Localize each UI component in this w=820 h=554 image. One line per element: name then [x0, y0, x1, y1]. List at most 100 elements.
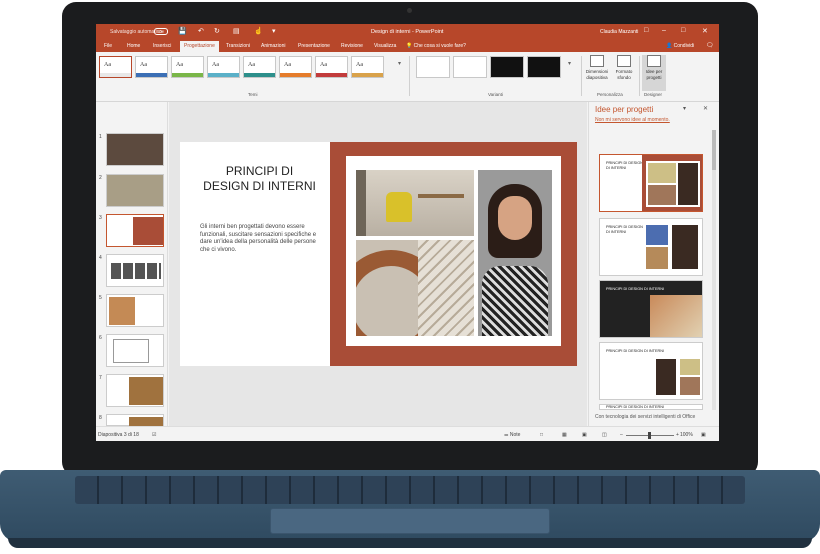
woman-portrait[interactable]	[478, 170, 552, 336]
slide-thumbnail[interactable]	[106, 133, 164, 166]
slide-thumbnail[interactable]	[106, 254, 164, 287]
photo-frame	[346, 156, 561, 346]
user-name[interactable]: Claudia Mazzanti	[600, 29, 638, 35]
no-ideas-link[interactable]: Non mi servono idee al momento.	[595, 117, 670, 123]
theme-option[interactable]: Aa	[243, 56, 276, 78]
close-icon[interactable]: ✕	[702, 27, 708, 35]
slide-sorter-icon[interactable]: ▦	[562, 432, 567, 438]
tab-insert[interactable]: Inserisci	[153, 43, 171, 49]
slideshow-view-icon[interactable]: ◫	[602, 432, 607, 438]
format-background-label: Formato sfondo	[615, 69, 633, 80]
slide-title[interactable]: PRINCIPI DI DESIGN DI INTERNI	[202, 164, 317, 194]
comment-icon[interactable]: 🗨	[706, 42, 714, 49]
tab-slideshow[interactable]: Presentazione	[298, 43, 330, 49]
designer-scrollbar[interactable]	[712, 130, 716, 410]
design-idea-photo	[646, 225, 668, 245]
laptop-base	[0, 470, 820, 554]
staircase-photo[interactable]	[356, 240, 474, 336]
scrollbar-thumb[interactable]	[712, 130, 716, 170]
slide-thumbnail[interactable]	[106, 294, 164, 327]
design-idea-card[interactable]: PRINCIPI DI DESIGN DI INTERNI	[599, 154, 703, 212]
slide-size-label: Dimensioni diapositiva	[585, 69, 609, 80]
theme-option[interactable]: Aa	[351, 56, 384, 78]
format-background-icon	[617, 55, 631, 67]
slide-thumbnail[interactable]	[106, 174, 164, 207]
current-slide[interactable]: PRINCIPI DI DESIGN DI INTERNI Gli intern…	[180, 142, 577, 366]
slide-thumbnail[interactable]	[106, 334, 164, 367]
search-text: Che cosa si vuole fare?	[413, 43, 466, 49]
document-title: Design di interni - PowerPoint	[371, 29, 444, 35]
theme-option[interactable]: Aa	[99, 56, 132, 78]
theme-label: Aa	[212, 62, 219, 68]
theme-option[interactable]: Aa	[207, 56, 240, 78]
tab-view[interactable]: Visualizza	[374, 43, 396, 49]
pane-close-icon[interactable]: ✕	[703, 105, 708, 112]
theme-option[interactable]: Aa	[171, 56, 204, 78]
normal-view-icon[interactable]: □	[540, 432, 543, 438]
theme-option[interactable]: Aa	[315, 56, 348, 78]
variant-option[interactable]	[416, 56, 450, 78]
slide-thumbnail-selected[interactable]	[106, 214, 164, 247]
tab-design[interactable]: Progettazione	[180, 41, 219, 52]
zoom-out-icon[interactable]: –	[620, 432, 623, 438]
slide-thumbnail[interactable]	[106, 414, 164, 427]
slide-thumbnail[interactable]	[106, 374, 164, 407]
pane-options-icon[interactable]: ▾	[683, 105, 686, 112]
design-idea-card[interactable]: PRINCIPI DI DESIGN DI INTERNI	[599, 342, 703, 400]
tab-animations[interactable]: Animazioni	[261, 43, 285, 49]
share-button[interactable]: 👤 Condividi	[666, 43, 694, 49]
stairs	[418, 240, 474, 336]
chair-photo[interactable]	[356, 170, 474, 236]
variant-option[interactable]	[490, 56, 524, 78]
customize-icon[interactable]: ▾	[272, 27, 276, 36]
variants-gallery	[416, 56, 561, 78]
divider	[409, 56, 410, 96]
tab-file[interactable]: File	[104, 43, 112, 49]
reading-view-icon[interactable]: ▣	[582, 432, 587, 438]
variants-more-icon[interactable]: ▾	[568, 60, 571, 67]
design-idea-card[interactable]: PRINCIPI DI DESIGN DI INTERNI	[599, 280, 703, 338]
fit-slide-icon[interactable]: ▣	[701, 432, 706, 438]
variant-option[interactable]	[453, 56, 487, 78]
design-ideas-button[interactable]: Idee per progetti	[642, 55, 666, 91]
redo-icon[interactable]: ↻	[214, 27, 220, 36]
design-idea-title: PRINCIPI DI DESIGN DI INTERNI	[606, 349, 665, 353]
tab-review[interactable]: Revisione	[341, 43, 363, 49]
start-presentation-icon[interactable]: ▤	[233, 27, 240, 36]
zoom-level[interactable]: 100%	[680, 432, 693, 438]
maximize-icon[interactable]: □	[681, 27, 685, 34]
camera	[407, 8, 412, 13]
design-ideas-label: Idee per progetti	[645, 69, 663, 80]
themes-gallery: Aa Aa Aa Aa Aa Aa Aa Aa	[99, 56, 384, 80]
design-idea-photo	[680, 377, 700, 395]
theme-label: Aa	[284, 62, 291, 68]
gallery-more-icon[interactable]: ▾	[398, 60, 401, 67]
notes-button[interactable]: ⚌ Note	[504, 432, 520, 438]
zoom-slider-knob[interactable]	[648, 432, 651, 439]
spelling-icon[interactable]: ☑	[152, 432, 156, 438]
tab-transitions[interactable]: Transizioni	[226, 43, 250, 49]
striped-shirt	[482, 266, 548, 336]
minimize-icon[interactable]: –	[662, 27, 666, 34]
undo-icon[interactable]: ↶	[198, 27, 204, 36]
design-idea-card[interactable]: PRINCIPI DI DESIGN DI INTERNI	[599, 404, 703, 410]
format-background-button[interactable]: Formato sfondo	[612, 55, 636, 80]
laptop-deck	[0, 470, 820, 542]
theme-option[interactable]: Aa	[135, 56, 168, 78]
slide-body-text[interactable]: Gli interni ben progettati devono essere…	[200, 224, 320, 254]
design-idea-photo	[648, 185, 676, 205]
door-frame	[356, 170, 366, 236]
tab-home[interactable]: Home	[127, 43, 140, 49]
theme-option[interactable]: Aa	[279, 56, 312, 78]
save-icon[interactable]: 💾	[178, 27, 187, 36]
slide-size-button[interactable]: Dimensioni diapositiva	[585, 55, 609, 80]
touch-mode-icon[interactable]: ☝	[254, 27, 263, 36]
autosave-toggle[interactable]: Off	[154, 28, 168, 35]
tell-me-search[interactable]: 💡 Che cosa si vuole fare?	[406, 43, 466, 49]
ribbon-options-icon[interactable]: □	[644, 27, 648, 34]
design-idea-card[interactable]: PRINCIPI DI DESIGN DI INTERNI	[599, 218, 703, 276]
zoom-in-icon[interactable]: +	[676, 432, 679, 438]
title-bar: Salvataggio automatico Off 💾 ↶ ↻ ▤ ☝ ▾ D…	[96, 24, 719, 40]
variant-option[interactable]	[527, 56, 561, 78]
face	[498, 196, 532, 240]
